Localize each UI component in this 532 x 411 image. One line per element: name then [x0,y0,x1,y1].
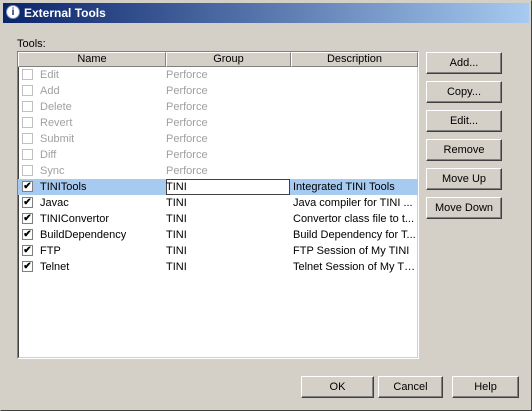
table-row[interactable]: Diff Perforce [18,147,418,163]
tool-name-cell: Delete [40,101,72,113]
tool-group-cell: TINI [166,213,187,225]
table-row[interactable]: ✔ Javac TINI Java compiler for TINI ... [18,195,418,211]
tool-description-cell: Integrated TINI Tools [293,181,395,193]
table-row[interactable]: ✔ BuildDependency TINI Build Dependency for… [18,227,418,243]
tool-description-cell [293,99,418,115]
column-header-group[interactable]: Group [166,52,291,67]
app-icon: i [6,5,20,19]
tool-name-cell: Diff [40,149,57,161]
tool-group-cell: TINI [166,181,187,193]
copy-button[interactable]: Copy... [426,81,502,103]
tool-name-cell: Submit [40,133,75,145]
tool-group-cell: TINI [166,229,187,241]
tool-description-cell [293,83,418,99]
row-enabled-checkbox[interactable] [22,69,33,80]
add-button[interactable]: Add... [426,52,502,74]
column-header-name[interactable]: Name [18,52,166,67]
table-row[interactable]: ✔ TINITools TINI Integrated TINI Tools [18,179,418,195]
table-row[interactable]: ✔ FTP TINI FTP Session of My TINI [18,243,418,259]
table-row[interactable]: Sync Perforce [18,163,418,179]
row-enabled-checkbox[interactable]: ✔ [22,261,33,272]
column-header-description[interactable]: Description [291,52,418,67]
tool-group-cell: Perforce [166,85,208,97]
cancel-button[interactable]: Cancel [378,376,443,398]
window-title: External Tools [24,6,106,20]
move-down-button[interactable]: Move Down [426,197,502,219]
table-row[interactable]: ✔ TINIConvertor TINI Convertor class file t… [18,211,418,227]
tool-description-cell: FTP Session of My TINI [293,245,410,257]
tool-group-cell: Perforce [166,165,208,177]
edit-button[interactable]: Edit... [426,110,502,132]
row-enabled-checkbox[interactable] [22,165,33,176]
row-enabled-checkbox[interactable]: ✔ [22,181,33,192]
row-enabled-checkbox[interactable]: ✔ [22,197,33,208]
tool-name-cell: Telnet [40,261,70,273]
row-enabled-checkbox[interactable] [22,85,33,96]
tool-description-cell: Convertor class file to t... [293,213,415,225]
tool-description-cell [293,67,418,83]
tool-name-cell: Javac [40,197,69,209]
table-body: Edit Perforce Add Perforce Delete Perforce Rev… [18,67,418,275]
tool-group-cell: Perforce [166,101,208,113]
table-row[interactable]: Revert Perforce [18,115,418,131]
tool-description-cell [293,115,418,131]
table-row[interactable]: Submit Perforce [18,131,418,147]
external-tools-dialog: i External Tools × Tools: Name Group Des… [0,0,532,411]
row-enabled-checkbox[interactable]: ✔ [22,213,33,224]
tool-name-cell: TINITools [40,181,87,193]
tool-group-cell: Perforce [166,117,208,129]
row-enabled-checkbox[interactable]: ✔ [22,229,33,240]
tool-name-cell: Sync [40,165,65,177]
tool-group-cell: Perforce [166,149,208,161]
row-enabled-checkbox[interactable] [22,149,33,160]
tool-description-cell [293,131,418,147]
tool-group-cell: Perforce [166,69,208,81]
remove-button[interactable]: Remove [426,139,502,161]
tool-name-cell: TINIConvertor [40,213,110,225]
table-row[interactable]: ✔ Telnet TINI Telnet Session of My TINI [18,259,418,275]
title-bar[interactable]: i External Tools × [3,3,529,23]
table-row[interactable]: Add Perforce [18,83,418,99]
tool-group-cell: TINI [166,197,187,209]
tool-name-cell: BuildDependency [40,229,127,241]
tool-description-cell: Telnet Session of My TINI [293,261,418,273]
tool-description-cell [293,163,418,179]
tools-table[interactable]: Name Group Description Edit Perforce Add Pe… [17,51,419,359]
row-enabled-checkbox[interactable]: ✔ [22,245,33,256]
tool-description-cell: Build Dependency for T... [293,229,416,241]
tool-description-cell: Java compiler for TINI ... [293,197,413,209]
table-header: Name Group Description [18,52,418,67]
row-enabled-checkbox[interactable] [22,101,33,112]
row-enabled-checkbox[interactable] [22,133,33,144]
table-row[interactable]: Delete Perforce [18,99,418,115]
move-up-button[interactable]: Move Up [426,168,502,190]
tool-name-cell: Edit [40,69,59,81]
tool-description-cell [293,147,418,163]
row-enabled-checkbox[interactable] [22,117,33,128]
tool-name-cell: Add [40,85,60,97]
tool-name-cell: FTP [40,245,61,257]
tool-name-cell: Revert [40,117,73,129]
tool-group-cell: Perforce [166,133,208,145]
tools-label: Tools: [17,38,46,50]
help-button[interactable]: Help [452,376,519,398]
tool-group-cell: TINI [166,245,187,257]
table-row[interactable]: Edit Perforce [18,67,418,83]
ok-button[interactable]: OK [301,376,374,398]
tool-group-cell: TINI [166,261,187,273]
